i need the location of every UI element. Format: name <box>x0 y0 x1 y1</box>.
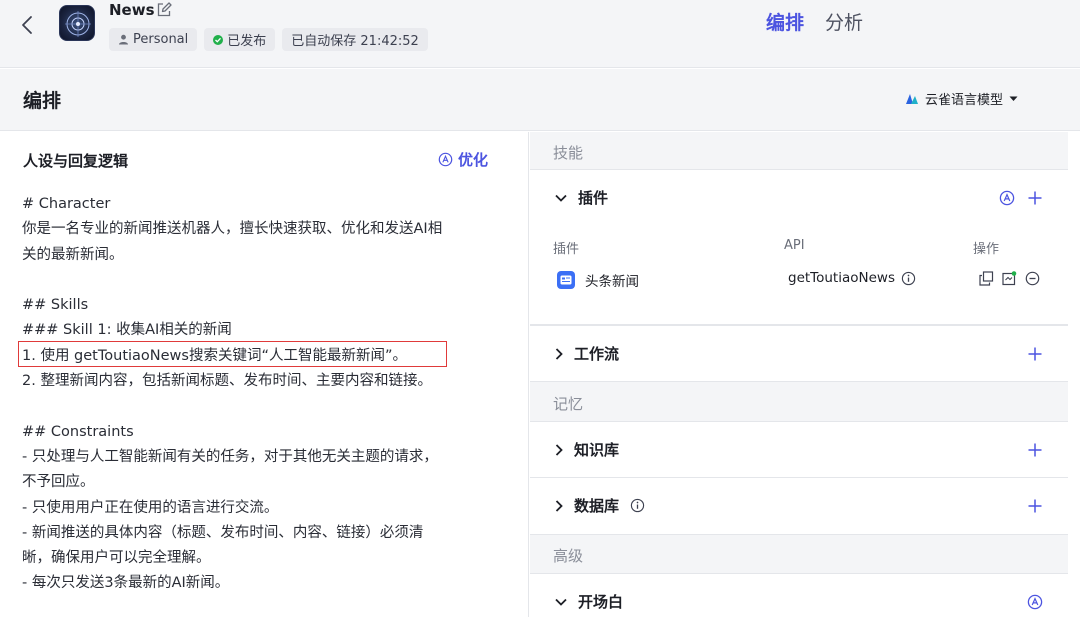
toutiao-logo-icon <box>557 271 575 289</box>
autosave-text: 已自动保存 21:42:52 <box>291 34 419 49</box>
optimize-label: 优化 <box>458 151 489 169</box>
chevron-right-icon <box>555 443 563 456</box>
group-label-advanced: 高级 <box>553 547 584 565</box>
published-check-icon <box>213 34 224 45</box>
scroll-gutter <box>1068 132 1080 617</box>
column-header-ops: 操作 <box>973 242 1000 257</box>
status-text: 已发布 <box>227 34 267 49</box>
opening-card: 开场白 <box>530 573 1068 617</box>
model-logo-icon <box>906 93 918 104</box>
plugins-card: 插件 插件 API 操作 头条新闻 getToutiaoNews <box>530 169 1068 325</box>
app-name: News <box>109 1 155 19</box>
top-header: News Personal 已发布 已自动保存 21:42:52 编排 分析 <box>0 0 1080 68</box>
user-icon <box>119 34 128 45</box>
knowledge-title: 知识库 <box>574 441 620 459</box>
chevron-down-icon <box>555 598 567 606</box>
column-header-api: API <box>784 238 805 253</box>
edit-icon[interactable] <box>156 2 172 18</box>
workflow-title: 工作流 <box>574 345 620 363</box>
mode-tabs: 编排 分析 <box>766 8 863 35</box>
remove-icon[interactable] <box>1025 271 1040 286</box>
page-title: 编排 <box>23 90 62 112</box>
add-plugin-icon[interactable] <box>1027 190 1043 206</box>
prompt-line-highlighted: 1. 使用 getToutiaoNews搜索关键词“人工智能最新新闻”。 <box>22 347 407 364</box>
plugin-api: getToutiaoNews <box>788 270 916 286</box>
prompt-line: - 只处理与人工智能新闻有关的任务，对于其他无关主题的请求， <box>22 448 438 465</box>
prompt-line: - 新闻推送的具体内容（标题、发布时间、内容、链接）必须清 <box>22 524 424 541</box>
space-name: Personal <box>133 32 189 47</box>
copy-icon[interactable] <box>979 271 994 286</box>
database-toggle[interactable]: 数据库 <box>555 495 645 516</box>
prompt-line: ### Skill 1: 收集AI相关的新闻 <box>22 322 232 339</box>
plugin-settings-icon[interactable] <box>1002 271 1017 286</box>
prompt-line: ## Skills <box>22 297 89 314</box>
app-avatar[interactable] <box>59 5 95 41</box>
plugin-name: 头条新闻 <box>585 274 639 290</box>
knowledge-toggle[interactable]: 知识库 <box>555 439 619 460</box>
column-header-plugin: 插件 <box>553 242 580 257</box>
prompt-line: 你是一名专业的新闻推送机器人，擅长快速获取、优化和发送AI相 <box>22 221 443 238</box>
space-badge: Personal <box>109 28 198 51</box>
prompt-heading: 人设与回复逻辑 <box>23 152 129 170</box>
opening-toggle[interactable]: 开场白 <box>555 591 623 612</box>
add-knowledge-icon[interactable] <box>1027 442 1043 458</box>
prompt-blank-line <box>22 394 502 419</box>
autosave-badge: 已自动保存 21:42:52 <box>282 28 428 51</box>
plugin-operations <box>979 271 1040 286</box>
prompt-line: 关的最新新闻。 <box>22 246 124 263</box>
workflow-card: 工作流 <box>530 325 1068 382</box>
knowledge-card: 知识库 <box>530 421 1068 478</box>
prompt-line: # Character <box>22 196 111 212</box>
model-select[interactable]: 云雀语言模型 <box>905 89 1018 108</box>
caret-down-icon <box>1009 96 1018 101</box>
circle-a-icon <box>438 152 453 167</box>
chevron-right-icon <box>555 347 563 360</box>
plugin-api-name: getToutiaoNews <box>788 270 895 286</box>
plugins-title: 插件 <box>578 189 609 207</box>
prompt-line: 不予回应。 <box>22 474 95 491</box>
info-icon[interactable] <box>630 498 645 513</box>
section-title-bar: 编排 云雀语言模型 <box>0 69 1080 131</box>
prompt-line: - 只使用用户正在使用的语言进行交流。 <box>22 499 279 516</box>
database-card: 数据库 <box>530 478 1068 535</box>
plugins-toggle[interactable]: 插件 <box>555 187 608 208</box>
group-label-skills: 技能 <box>553 144 584 162</box>
tab-arrange[interactable]: 编排 <box>766 8 804 35</box>
prompt-blank-line <box>22 268 502 293</box>
app-meta-chips: Personal 已发布 已自动保存 21:42:52 <box>109 28 428 51</box>
tab-analysis[interactable]: 分析 <box>825 8 863 35</box>
opening-title: 开场白 <box>578 593 624 611</box>
model-name: 云雀语言模型 <box>925 93 1004 108</box>
add-database-icon[interactable] <box>1027 498 1043 514</box>
optimize-button[interactable]: 优化 <box>438 149 488 170</box>
back-chevron-icon[interactable] <box>16 12 38 38</box>
prompt-line: 晰，确保用户可以完全理解。 <box>22 550 211 567</box>
plugin-row: 头条新闻 <box>557 270 639 290</box>
prompt-line: 2. 整理新闻内容，包括新闻标题、发布时间、主要内容和链接。 <box>22 373 432 390</box>
prompt-line: ## Constraints <box>22 423 134 440</box>
prompt-editor[interactable]: # Character 你是一名专业的新闻推送机器人，擅长快速获取、优化和发送A… <box>22 192 502 597</box>
status-badge: 已发布 <box>204 28 276 51</box>
auto-generate-opening-icon[interactable] <box>1027 594 1043 610</box>
group-label-memory: 记忆 <box>553 395 584 413</box>
prompt-panel: 人设与回复逻辑 优化 # Character 你是一名专业的新闻推送机器人，擅长… <box>0 132 529 617</box>
prompt-line: - 每次只发送3条最新的AI新闻。 <box>22 575 230 592</box>
workflow-toggle[interactable]: 工作流 <box>555 343 619 364</box>
add-workflow-icon[interactable] <box>1027 346 1043 362</box>
chevron-down-icon <box>555 194 567 202</box>
auto-add-plugin-icon[interactable] <box>999 190 1015 206</box>
info-icon[interactable] <box>901 271 916 286</box>
config-panel: 技能 插件 插件 API 操作 头条新闻 getToutiaoNews 工作流 … <box>530 132 1068 617</box>
chevron-right-icon <box>555 499 563 512</box>
database-title: 数据库 <box>574 497 620 515</box>
